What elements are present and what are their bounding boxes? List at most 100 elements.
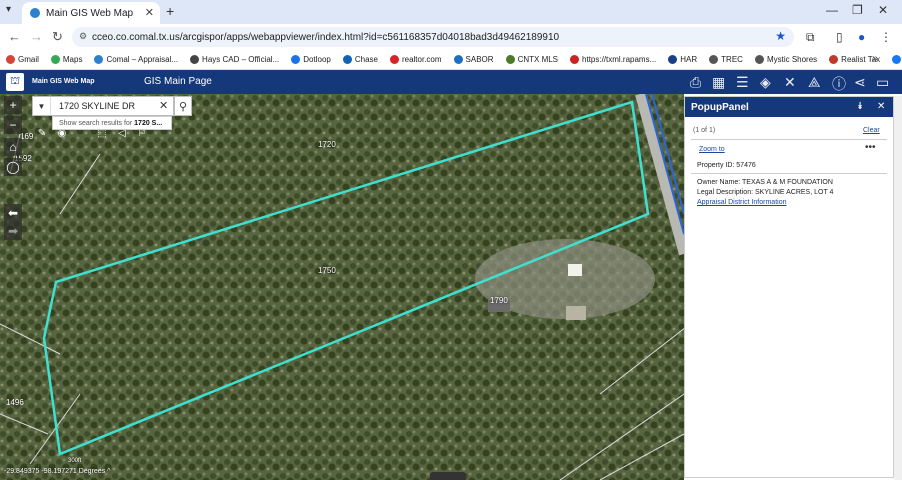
tab-close-icon[interactable]: ✕ [145,6,154,19]
bookmark-favicon-icon [453,55,463,64]
suggestion-prefix: Show search results for [59,119,133,127]
coordinate-toggle-icon[interactable]: ^ [107,468,110,475]
scale-bar-label: 300ft [68,458,82,464]
measure-icon[interactable]: ⟁ [808,74,821,91]
bookmark-label: Gmail [18,55,39,64]
legend-icon[interactable]: ☰ [736,74,749,91]
previous-extent-icon[interactable]: ⬅ [4,204,22,222]
bookmarks-overflow-icon[interactable]: » [872,53,878,64]
bookmark-item[interactable]: SABOR [453,55,494,64]
bookmark-favicon-icon [190,55,200,64]
attribute-table-toggle[interactable] [430,472,466,480]
draw-icon[interactable]: ✎ [32,124,52,142]
popup-title: PopupPanel [691,102,749,113]
app-title: Main GIS Web Map [32,78,95,85]
app-header: ⛫ Main GIS Web Map GIS Main Page ⎙ ▦ ☰ ◈… [0,70,902,94]
bookmark-favicon-icon [570,55,580,64]
browser-tab-bar: ▾ Main GIS Web Map ✕ + — ❐ ✕ [0,0,902,24]
legal-description: Legal Description: SKYLINE ACRES, LOT 4 [697,189,834,196]
zoom-to-link[interactable]: Zoom to [699,146,725,153]
coordinate-text: -29.849375 -98.197271 Degrees [4,468,106,475]
new-tab-button[interactable]: + [166,3,174,19]
search-button[interactable]: ⚲ [174,96,192,116]
bookmark-label: realtor.com [401,55,442,64]
about-info-icon[interactable]: ⓘ [832,74,846,94]
bookmark-label: Hays CAD – Official... [202,55,280,64]
more-actions-icon[interactable]: ••• [865,142,876,153]
divider [691,173,887,174]
zoom-in-button[interactable]: + [4,96,22,114]
bookmark-label: Maps [62,55,83,64]
extensions-icon[interactable]: ⧉ [806,30,815,45]
appraisal-district-link[interactable]: Appraisal District Information [697,199,786,206]
close-window-button[interactable]: ✕ [878,3,888,17]
popup-close-icon[interactable]: ✕ [877,101,885,112]
bookmark-item[interactable]: Hays CAD – Official... [190,55,279,64]
bookmark-item[interactable]: CNTX MLS [505,55,559,64]
profile-icon[interactable]: ● [858,30,865,44]
popup-panel: PopupPanel ⯯ ✕ (1 of 1) Clear Zoom to ••… [684,96,894,478]
browser-tab-title: Main GIS Web Map [46,7,134,19]
bookmark-item[interactable]: realtor.com [389,55,442,64]
layer-list-icon[interactable]: ◈ [760,74,771,91]
bookmark-item[interactable]: Facebook [892,55,902,64]
bookmark-star-icon[interactable]: ★ [775,29,786,43]
bookmark-item[interactable]: Mystic Shores [754,55,817,64]
reload-icon[interactable]: ↻ [52,29,63,45]
back-icon[interactable]: ← [8,29,21,44]
home-icon[interactable]: ⌂ [4,138,22,156]
collapse-icon[interactable]: ⯯ [857,101,863,112]
bookmarks-bar: Gmail Maps Comal – Appraisal... Hays CAD – … [0,50,902,70]
address-toolbar: ← → ↻ ⚙ cceo.co.comal.tx.us/arcgispor/ap… [0,24,902,50]
bookmark-favicon-icon [754,55,764,64]
page-scrollbar[interactable] [894,96,902,480]
my-location-icon[interactable]: ◯ [4,158,22,176]
bookmark-favicon-icon [709,55,719,64]
basemap-gallery-icon[interactable]: ▦ [712,74,725,91]
clear-link[interactable]: Clear [863,127,880,134]
bookmark-item[interactable]: Gmail [6,55,39,64]
bookmark-item[interactable]: Chase [342,55,378,64]
clear-search-icon[interactable]: ✕ [159,99,168,112]
bookmark-favicon-icon [342,55,352,64]
minimize-button[interactable]: — [826,3,838,17]
print-icon[interactable]: ⎙ [690,74,701,91]
bookmark-item[interactable]: HAR [668,55,697,64]
zoom-out-button[interactable]: − [4,116,22,134]
search-source-dropdown-icon[interactable]: ▼ [33,97,51,115]
search-input[interactable]: ▼ 1720 SKYLINE DR ✕ [32,96,174,116]
bookmark-item[interactable]: Comal – Appraisal... [94,55,178,64]
bookmark-label: SABOR [465,55,494,64]
next-extent-icon[interactable]: ➡ [4,222,22,240]
bookmark-item[interactable]: TREC [709,55,743,64]
tools-icon[interactable]: ✕ [784,74,796,91]
site-info-icon[interactable]: ⚙ [79,31,87,42]
url-bar[interactable]: ⚙ cceo.co.comal.tx.us/arcgispor/apps/web… [72,27,794,47]
bookmark-favicon-icon [668,55,678,64]
bookmark-label: https://txml.rapams... [582,55,657,64]
browser-tab[interactable]: Main GIS Web Map ✕ [22,2,160,24]
bookmark-favicon-icon [505,55,515,64]
forward-icon[interactable]: → [30,29,43,44]
maximize-button[interactable]: ❐ [852,3,863,17]
share-icon[interactable]: ⋖ [854,74,866,91]
bookmark-label: CNTX MLS [517,55,559,64]
bookmark-item[interactable]: Dotloop [291,55,331,64]
coordinate-readout: -29.849375 -98.197271 Degrees ^ [4,468,110,475]
divider [691,139,887,140]
bookmark-label: Comal – Appraisal... [106,55,179,64]
browser-menu-icon[interactable]: ⋮ [880,30,892,44]
url-text: cceo.co.comal.tx.us/arcgispor/apps/webap… [92,31,560,43]
search-suggestion[interactable]: Show search results for 1720 S... [52,116,172,130]
bookmark-item[interactable]: Maps [50,55,83,64]
bookmark-favicon-icon [291,55,301,64]
map-view[interactable]: 1720 1750 1790 169 1592 1496 300ft [0,94,684,480]
comment-icon[interactable]: ▭ [876,74,889,91]
bookmark-item[interactable]: https://txml.rapams... [570,55,656,64]
side-panel-icon[interactable]: ▯ [836,30,843,44]
search-value: 1720 SKYLINE DR [59,101,136,111]
site-favicon-icon [30,8,40,18]
suggestion-term: 1720 S... [134,119,163,127]
parcel-label: 1750 [318,266,336,275]
tab-search-icon[interactable]: ▾ [6,4,11,15]
